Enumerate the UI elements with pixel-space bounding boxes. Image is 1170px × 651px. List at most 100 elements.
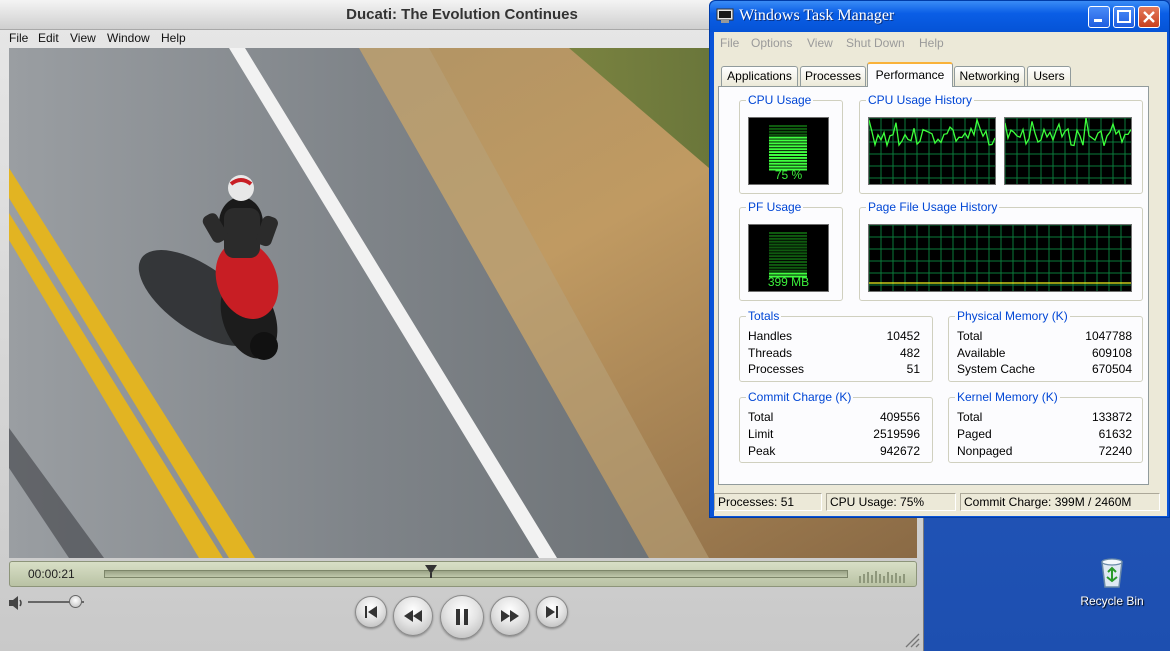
- totals-processes-value: 51: [906, 362, 920, 376]
- qt-menu-window[interactable]: Window: [107, 31, 150, 45]
- tab-users[interactable]: Users: [1027, 66, 1071, 86]
- kernel-memory-group: Kernel Memory (K) Total 133872 Paged 616…: [948, 390, 1143, 463]
- pause-button[interactable]: [440, 595, 484, 639]
- recycle-bin-shortcut[interactable]: Recycle Bin: [1076, 554, 1148, 608]
- performance-panel: CPU Usage 75 % CPU Usage History PF Usag…: [718, 86, 1149, 485]
- fast-forward-button[interactable]: [490, 596, 530, 636]
- totals-group: Totals Handles 10452 Threads 482 Process…: [739, 309, 933, 382]
- tab-performance[interactable]: Performance: [867, 62, 953, 87]
- commit-charge-group: Commit Charge (K) Total 409556 Limit 251…: [739, 390, 933, 463]
- kernel-paged-row: Paged 61632: [957, 427, 1132, 441]
- totals-handles-row: Handles 10452: [748, 329, 920, 343]
- minimize-button[interactable]: [1088, 6, 1110, 28]
- tm-menu-file[interactable]: File: [720, 36, 739, 50]
- tm-client-area: File Options View Shut Down Help Applica…: [714, 32, 1167, 516]
- pf-usage-value: 399 MB: [767, 275, 810, 289]
- kernel-paged-value: 61632: [1098, 427, 1132, 441]
- qt-menu-file[interactable]: File: [9, 31, 28, 45]
- pf-usage-meter: 399 MB: [748, 224, 829, 292]
- kernel-total-value: 133872: [1091, 410, 1132, 424]
- commit-limit-name: Limit: [748, 427, 774, 441]
- commit-limit-value: 2519596: [873, 427, 920, 441]
- playback-controls: [0, 590, 924, 651]
- cpu-history-graph-2: [1004, 117, 1132, 185]
- volume-icon: [9, 596, 22, 610]
- skip-back-icon: [365, 606, 377, 618]
- resize-grip-icon[interactable]: [902, 630, 920, 648]
- fast-forward-icon: [501, 610, 519, 622]
- tab-networking[interactable]: Networking: [954, 66, 1025, 86]
- pf-history-group: Page File Usage History: [859, 200, 1143, 301]
- close-button[interactable]: [1138, 6, 1160, 28]
- physical-available-row: Available 609108: [957, 346, 1132, 360]
- tm-status-bar: Processes: 51 CPU Usage: 75% Commit Char…: [714, 490, 1167, 514]
- physical-total-name: Total: [957, 329, 983, 343]
- pf-history-graph: [868, 224, 1132, 292]
- tm-title-bar[interactable]: Windows Task Manager: [710, 1, 1169, 32]
- cpu-usage-meter-bars: [769, 125, 807, 171]
- tm-menu-options[interactable]: Options: [751, 36, 792, 50]
- kernel-nonpaged-row: Nonpaged 72240: [957, 444, 1132, 458]
- qt-menu-view[interactable]: View: [70, 31, 96, 45]
- recycle-bin-label: Recycle Bin: [1080, 594, 1144, 608]
- maximize-button[interactable]: [1113, 6, 1135, 28]
- pf-usage-group: PF Usage 399 MB: [739, 200, 843, 301]
- scrub-track[interactable]: [104, 570, 848, 578]
- totals-threads-name: Threads: [748, 346, 793, 360]
- cpu-history-graph-1: [868, 117, 996, 185]
- totals-handles-name: Handles: [748, 329, 793, 343]
- commit-charge-label: Commit Charge (K): [746, 390, 854, 404]
- audio-levels-icon: [859, 571, 905, 583]
- commit-limit-row: Limit 2519596: [748, 427, 920, 441]
- tm-menu-shut-down[interactable]: Shut Down: [846, 36, 905, 50]
- totals-processes-row: Processes 51: [748, 362, 920, 376]
- physical-available-name: Available: [957, 346, 1006, 360]
- physical-memory-label: Physical Memory (K): [955, 309, 1070, 323]
- totals-handles-value: 10452: [886, 329, 920, 343]
- tab-processes[interactable]: Processes: [800, 66, 866, 86]
- cpu-usage-label: CPU Usage: [746, 93, 814, 107]
- go-to-start-button[interactable]: [355, 596, 387, 628]
- qt-window-title: Ducati: The Evolution Continues: [346, 6, 578, 23]
- physical-system-cache-name: System Cache: [957, 362, 1036, 376]
- task-manager-app-icon: [716, 8, 734, 23]
- physical-system-cache-row: System Cache 670504: [957, 362, 1132, 376]
- qt-menu-help[interactable]: Help: [161, 31, 186, 45]
- go-to-end-button[interactable]: [536, 596, 568, 628]
- pf-history-label: Page File Usage History: [866, 200, 1000, 214]
- rewind-icon: [404, 610, 422, 622]
- task-manager-window: Windows Task Manager File Options View S…: [709, 0, 1170, 518]
- pf-usage-meter-bars: [769, 232, 807, 278]
- volume-slider-knob[interactable]: [69, 595, 82, 608]
- cpu-usage-value: 75 %: [774, 168, 803, 182]
- physical-available-value: 609108: [1091, 346, 1132, 360]
- physical-total-value: 1047788: [1085, 329, 1132, 343]
- status-processes: Processes: 51: [714, 493, 822, 511]
- commit-peak-name: Peak: [748, 444, 776, 458]
- cpu-history-graph-2-grid: [1005, 118, 1131, 184]
- maximize-icon: [1117, 10, 1131, 23]
- tab-applications[interactable]: Applications: [721, 66, 798, 86]
- kernel-paged-name: Paged: [957, 427, 992, 441]
- qt-menu-edit[interactable]: Edit: [38, 31, 59, 45]
- close-icon: [1143, 11, 1155, 23]
- cpu-history-label: CPU Usage History: [866, 93, 975, 107]
- totals-label: Totals: [746, 309, 782, 323]
- cpu-usage-group: CPU Usage 75 %: [739, 93, 843, 194]
- pause-icon: [456, 609, 468, 625]
- tm-menu-help[interactable]: Help: [919, 36, 944, 50]
- commit-total-row: Total 409556: [748, 410, 920, 424]
- physical-system-cache-value: 670504: [1091, 362, 1132, 376]
- tm-menu-view[interactable]: View: [807, 36, 833, 50]
- playhead-marker-icon[interactable]: [424, 564, 438, 578]
- cpu-history-group: CPU Usage History: [859, 93, 1143, 194]
- rewind-button[interactable]: [393, 596, 433, 636]
- commit-total-name: Total: [748, 410, 774, 424]
- cpu-history-graph-1-grid: [869, 118, 995, 184]
- kernel-total-name: Total: [957, 410, 983, 424]
- time-bar: 00:00:21: [9, 561, 917, 587]
- commit-total-value: 409556: [879, 410, 920, 424]
- totals-threads-value: 482: [899, 346, 920, 360]
- physical-memory-group: Physical Memory (K) Total 1047788 Availa…: [948, 309, 1143, 382]
- timecode-display: 00:00:21: [28, 567, 75, 581]
